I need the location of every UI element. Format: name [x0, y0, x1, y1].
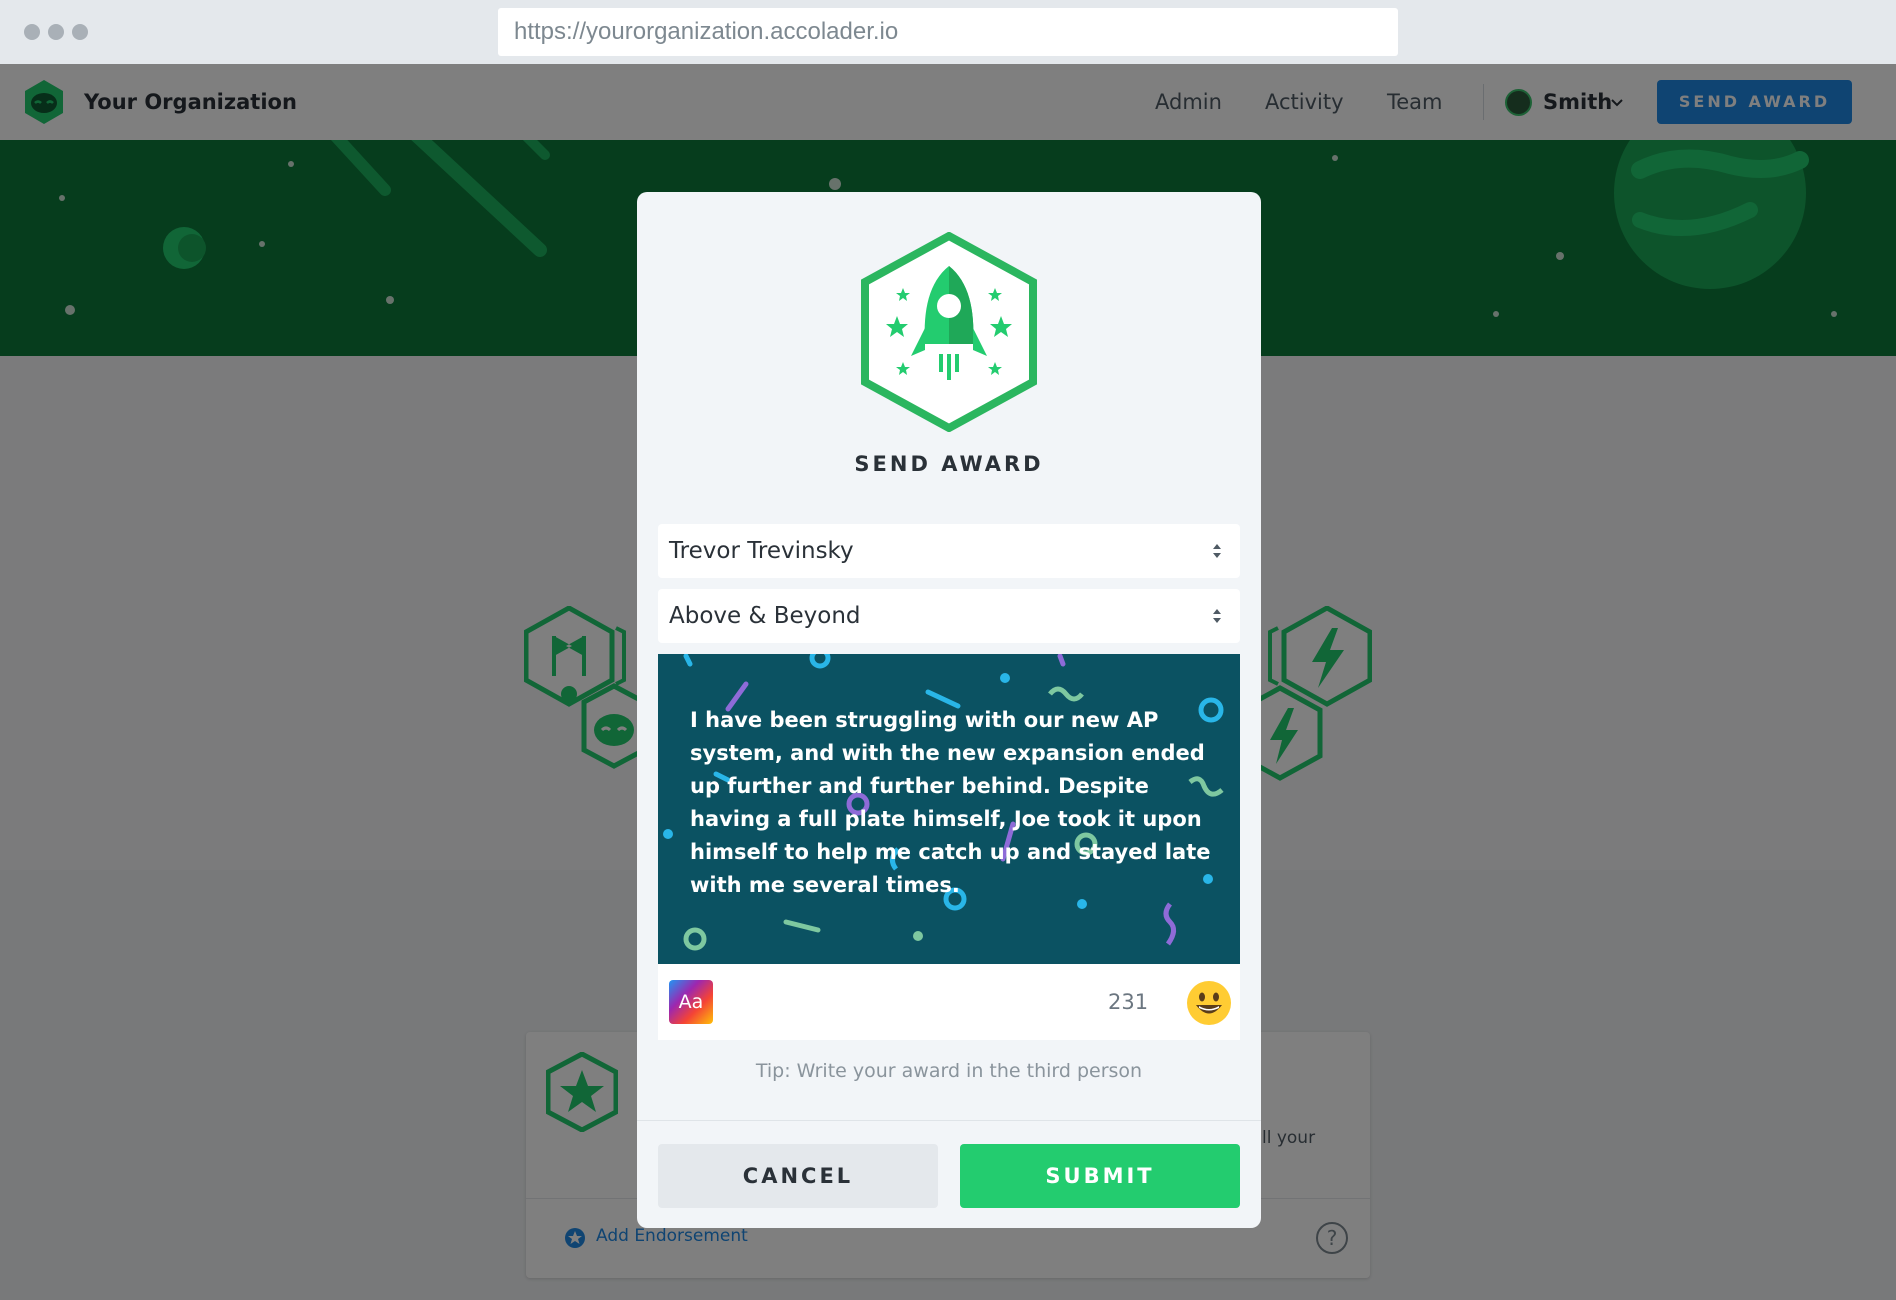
- window-minimize-dot[interactable]: [48, 24, 64, 40]
- award-type-select-value: Above & Beyond: [669, 603, 861, 629]
- cancel-button[interactable]: CANCEL: [658, 1144, 938, 1208]
- submit-button[interactable]: SUBMIT: [960, 1144, 1240, 1208]
- writing-tip: Tip: Write your award in the third perso…: [755, 1060, 1143, 1082]
- modal-title: SEND AWARD: [854, 452, 1044, 476]
- font-style-button[interactable]: Aa: [669, 980, 713, 1024]
- modal-divider: [637, 1120, 1261, 1121]
- smiley-face-icon[interactable]: [1186, 980, 1232, 1026]
- message-toolbar: Aa 231: [658, 964, 1240, 1040]
- rocket-badge-icon: [861, 232, 1037, 432]
- select-arrows-icon: [1213, 609, 1221, 623]
- character-count: 231: [1108, 990, 1149, 1014]
- recipient-select[interactable]: Trevor Trevinsky: [658, 524, 1240, 578]
- award-type-select[interactable]: Above & Beyond: [658, 589, 1240, 643]
- award-message-text[interactable]: I have been struggling with our new AP s…: [690, 704, 1220, 902]
- send-award-modal: SEND AWARD Trevor Trevinsky Above & Beyo…: [637, 192, 1261, 1228]
- select-arrows-icon: [1213, 544, 1221, 558]
- recipient-select-value: Trevor Trevinsky: [669, 538, 854, 564]
- browser-chrome: https://yourorganization.accolader.io: [0, 0, 1896, 64]
- address-bar[interactable]: https://yourorganization.accolader.io: [498, 8, 1398, 56]
- award-message-editor[interactable]: I have been struggling with our new AP s…: [658, 654, 1240, 964]
- window-close-dot[interactable]: [24, 24, 40, 40]
- window-maximize-dot[interactable]: [72, 24, 88, 40]
